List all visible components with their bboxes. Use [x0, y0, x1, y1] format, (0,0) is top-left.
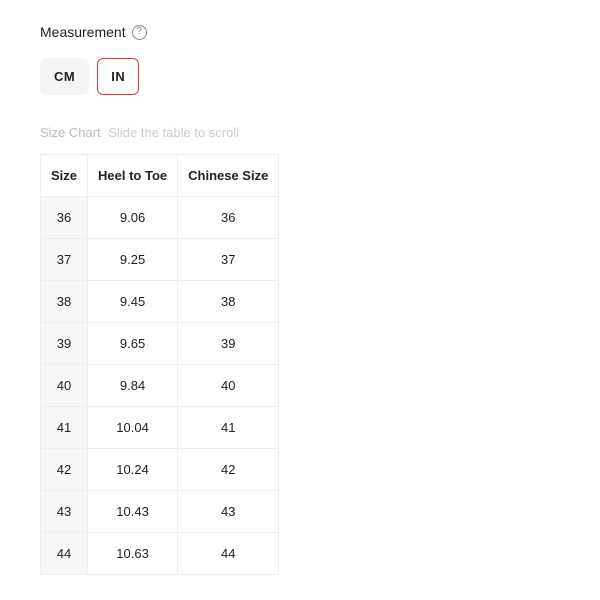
- table-row: 4310.4343: [41, 491, 279, 533]
- cell-size: 42: [41, 449, 88, 491]
- cell-chinese-size: 39: [178, 323, 279, 365]
- cell-heel-to-toe: 9.65: [88, 323, 178, 365]
- measurement-header: Measurement ?: [40, 24, 600, 40]
- unit-in-button[interactable]: IN: [97, 58, 139, 95]
- cell-heel-to-toe: 9.45: [88, 281, 178, 323]
- table-row: 409.8440: [41, 365, 279, 407]
- cell-heel-to-toe: 9.25: [88, 239, 178, 281]
- cell-size: 36: [41, 197, 88, 239]
- cell-heel-to-toe: 10.63: [88, 533, 178, 575]
- cell-chinese-size: 42: [178, 449, 279, 491]
- size-measurement-panel: Measurement ? CM IN Size Chart Slide the…: [0, 0, 600, 575]
- cell-size: 40: [41, 365, 88, 407]
- col-chinese-size: Chinese Size: [178, 155, 279, 197]
- table-row: 379.2537: [41, 239, 279, 281]
- cell-chinese-size: 37: [178, 239, 279, 281]
- cell-size: 41: [41, 407, 88, 449]
- cell-chinese-size: 38: [178, 281, 279, 323]
- size-chart-hint: Size Chart Slide the table to scroll: [40, 125, 600, 140]
- table-row: 389.4538: [41, 281, 279, 323]
- cell-size: 38: [41, 281, 88, 323]
- cell-size: 44: [41, 533, 88, 575]
- cell-heel-to-toe: 10.04: [88, 407, 178, 449]
- unit-toggle: CM IN: [40, 58, 600, 95]
- table-row: 4110.0441: [41, 407, 279, 449]
- size-chart-table[interactable]: Size Heel to Toe Chinese Size 369.063637…: [40, 154, 279, 575]
- col-size: Size: [41, 155, 88, 197]
- cell-chinese-size: 43: [178, 491, 279, 533]
- table-row: 4410.6344: [41, 533, 279, 575]
- col-heel-to-toe: Heel to Toe: [88, 155, 178, 197]
- cell-chinese-size: 44: [178, 533, 279, 575]
- cell-heel-to-toe: 10.43: [88, 491, 178, 533]
- cell-size: 37: [41, 239, 88, 281]
- cell-size: 43: [41, 491, 88, 533]
- size-chart-label: Size Chart: [40, 125, 101, 140]
- table-header-row: Size Heel to Toe Chinese Size: [41, 155, 279, 197]
- size-chart-scroll-hint: Slide the table to scroll: [108, 125, 239, 140]
- table-row: 369.0636: [41, 197, 279, 239]
- cell-size: 39: [41, 323, 88, 365]
- cell-heel-to-toe: 10.24: [88, 449, 178, 491]
- table-row: 399.6539: [41, 323, 279, 365]
- help-icon[interactable]: ?: [132, 25, 147, 40]
- cell-heel-to-toe: 9.06: [88, 197, 178, 239]
- cell-chinese-size: 40: [178, 365, 279, 407]
- cell-chinese-size: 36: [178, 197, 279, 239]
- cell-chinese-size: 41: [178, 407, 279, 449]
- unit-cm-button[interactable]: CM: [40, 58, 89, 95]
- measurement-label: Measurement: [40, 24, 126, 40]
- cell-heel-to-toe: 9.84: [88, 365, 178, 407]
- table-row: 4210.2442: [41, 449, 279, 491]
